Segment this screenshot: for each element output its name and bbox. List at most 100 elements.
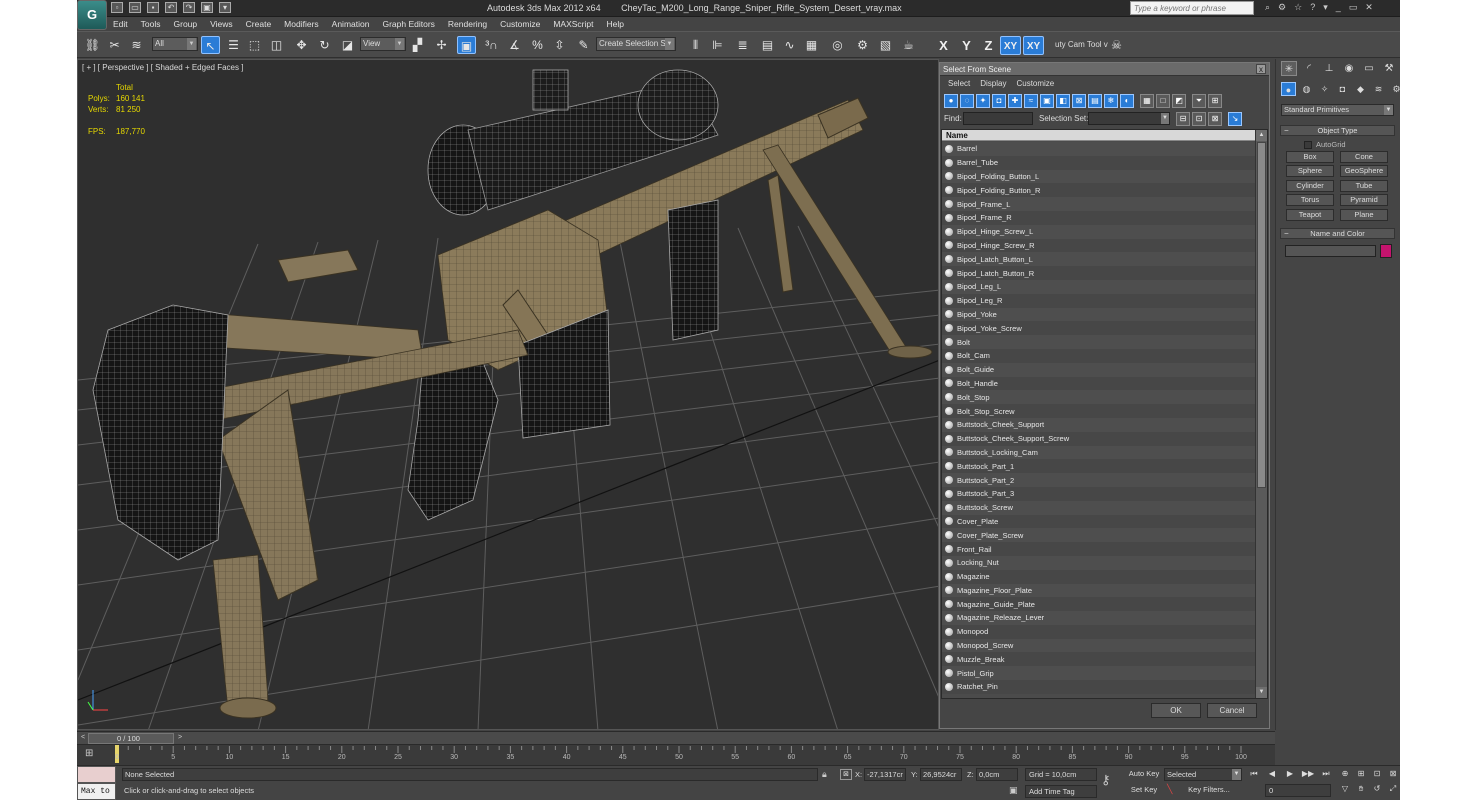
- list-item[interactable]: Bipod_Folding_Button_R: [942, 183, 1256, 198]
- list-item[interactable]: Bipod_Leg_L: [942, 279, 1256, 294]
- field-of-view-icon[interactable]: ▽: [1339, 782, 1351, 795]
- percent-snap-icon[interactable]: %: [528, 36, 547, 54]
- scroll-down-icon[interactable]: ▼: [1256, 687, 1267, 698]
- plane-button[interactable]: Plane: [1340, 209, 1388, 221]
- list-item[interactable]: Barrel: [942, 142, 1256, 156]
- save-file-icon[interactable]: ▪: [147, 2, 159, 13]
- list-item[interactable]: Magazine_Floor_Plate: [942, 583, 1256, 598]
- list-item[interactable]: Bipod_Latch_Button_L: [942, 252, 1256, 267]
- restore-icon[interactable]: ▭: [1349, 2, 1358, 13]
- list-item[interactable]: Buttstock_Part_1: [942, 459, 1256, 474]
- list-item[interactable]: Cover_Plate_Screw: [942, 528, 1256, 543]
- quick-access-dropdown-icon[interactable]: ▾: [219, 2, 231, 13]
- box-button[interactable]: Box: [1286, 151, 1334, 163]
- menu-group[interactable]: Group: [168, 17, 205, 31]
- lights-icon[interactable]: ✧: [1317, 82, 1332, 96]
- zoom-extents-icon[interactable]: ⊡: [1371, 767, 1383, 780]
- display-shapes-icon[interactable]: ◌: [960, 94, 974, 108]
- absolute-mode-icon[interactable]: ⊠: [840, 769, 852, 780]
- graphite-ribbon-icon[interactable]: ▤: [758, 36, 777, 54]
- pan-icon[interactable]: ✋︎: [1355, 782, 1367, 795]
- teapot-button[interactable]: Teapot: [1286, 209, 1334, 221]
- edit-named-selection-icon[interactable]: ✎: [574, 36, 593, 54]
- axis-xy-button[interactable]: XY: [1000, 36, 1021, 55]
- tube-button[interactable]: Tube: [1340, 180, 1388, 192]
- name-column-header[interactable]: Name: [942, 130, 1267, 141]
- align-icon[interactable]: ⊫: [708, 36, 727, 54]
- add-time-tag-button[interactable]: Add Time Tag: [1025, 785, 1097, 798]
- select-object-icon[interactable]: ↖: [201, 36, 220, 54]
- z-coord-field[interactable]: 0,0cm: [976, 768, 1018, 781]
- list-item[interactable]: Front_Rail: [942, 542, 1256, 556]
- list-item[interactable]: Bolt_Cam: [942, 348, 1256, 363]
- object-name-input[interactable]: [1285, 245, 1376, 257]
- axis-xy-cycle-button[interactable]: XY: [1023, 36, 1044, 55]
- list-item[interactable]: Bipod_Frame_L: [942, 197, 1256, 211]
- object-list-scrollbar[interactable]: ▲ ▼: [1255, 130, 1267, 698]
- list-item[interactable]: Pistol_Grip: [942, 666, 1256, 681]
- axis-y-button[interactable]: Y: [957, 36, 976, 55]
- application-menu-icon[interactable]: G: [77, 0, 107, 30]
- create-tab-icon[interactable]: ✳: [1281, 61, 1297, 76]
- utilities-tab-icon[interactable]: ⚒: [1381, 61, 1397, 76]
- list-item[interactable]: Buttstock_Part_2: [942, 473, 1256, 487]
- play-icon[interactable]: ▶: [1283, 767, 1297, 781]
- angle-snap-icon[interactable]: ∡: [505, 36, 524, 54]
- display-tab-icon[interactable]: ▭: [1361, 61, 1377, 76]
- list-item[interactable]: Magazine_Guide_Plate: [942, 597, 1256, 612]
- menu-graph-editors[interactable]: Graph Editors: [376, 17, 441, 31]
- bind-space-warp-icon[interactable]: ≋: [127, 36, 146, 54]
- list-item[interactable]: Bipod_Folding_Button_L: [942, 169, 1256, 184]
- display-frozen-icon[interactable]: ❄: [1104, 94, 1118, 108]
- set-key-button[interactable]: Set Key: [1126, 784, 1162, 797]
- track-bar-filter-icon[interactable]: ⊞: [85, 748, 93, 759]
- list-item[interactable]: Buttstock_Locking_Cam: [942, 445, 1256, 460]
- list-item[interactable]: Bipod_Yoke_Screw: [942, 321, 1256, 336]
- undo-icon[interactable]: ↶: [165, 2, 177, 13]
- select-all-icon[interactable]: ⊟: [1176, 112, 1190, 126]
- menu-customize[interactable]: Customize: [494, 17, 547, 31]
- schematic-view-icon[interactable]: ▦: [802, 36, 821, 54]
- list-item[interactable]: Buttstock_Cheek_Support_Screw: [942, 431, 1256, 446]
- object-color-swatch[interactable]: [1380, 244, 1392, 258]
- maximize-viewport-icon[interactable]: ⤢: [1387, 782, 1399, 795]
- set-key-icon[interactable]: ⚷: [1101, 772, 1111, 788]
- dialog-close-button[interactable]: x: [1256, 64, 1266, 74]
- list-item[interactable]: Barrel_Tube: [942, 155, 1256, 170]
- select-and-scale-icon[interactable]: ◪: [338, 36, 357, 54]
- subscription-icon[interactable]: ⚙: [1278, 2, 1286, 13]
- dialog-menu-customize[interactable]: Customize: [1016, 77, 1054, 91]
- hierarchy-tab-icon[interactable]: ⊥: [1321, 61, 1337, 76]
- menu-views[interactable]: Views: [204, 17, 240, 31]
- display-space-warps-icon[interactable]: ≈: [1024, 94, 1038, 108]
- keyboard-shortcut-override-icon[interactable]: ▣: [457, 36, 476, 54]
- project-folder-icon[interactable]: ▣: [201, 2, 213, 13]
- filter-icon[interactable]: ⏷: [1192, 94, 1206, 108]
- key-mode-dropdown[interactable]: Selected: [1164, 768, 1242, 781]
- next-frame-button[interactable]: >: [175, 733, 185, 743]
- list-item[interactable]: Ratchet_Pin: [942, 680, 1256, 694]
- list-item[interactable]: Magazine: [942, 569, 1256, 584]
- communication-center-icon[interactable]: ☆: [1294, 2, 1302, 13]
- axis-x-button[interactable]: X: [934, 36, 953, 55]
- primitive-category-dropdown[interactable]: Standard Primitives: [1281, 104, 1394, 116]
- display-groups-icon[interactable]: ▣: [1040, 94, 1054, 108]
- previous-key-icon[interactable]: ◀: [1265, 767, 1279, 781]
- select-none-icon[interactable]: ⊡: [1192, 112, 1206, 126]
- list-item[interactable]: Bipod_Latch_Button_R: [942, 266, 1256, 280]
- help-icon[interactable]: ?: [1310, 2, 1315, 13]
- autogrid-checkbox[interactable]: AutoGrid: [1304, 140, 1346, 149]
- track-bar[interactable]: ⊞ 0 5 10 15 20 25 30 35 40 45 50 55 60 65 70 75 80 85 90 95…: [77, 744, 1275, 765]
- list-item[interactable]: Bipod_Yoke: [942, 307, 1256, 322]
- open-file-icon[interactable]: ▭: [129, 2, 141, 13]
- unlink-icon[interactable]: ✂: [105, 36, 124, 54]
- space-warps-icon[interactable]: ≋: [1371, 82, 1386, 96]
- geometry-icon[interactable]: ●: [1281, 82, 1296, 96]
- y-coord-field[interactable]: 26,9524cr: [920, 768, 962, 781]
- scroll-up-icon[interactable]: ▲: [1256, 130, 1267, 141]
- menu-edit[interactable]: Edit: [107, 17, 135, 31]
- list-item[interactable]: Cover_Plate: [942, 514, 1256, 529]
- select-and-rotate-icon[interactable]: ↻: [315, 36, 334, 54]
- scroll-thumb[interactable]: [1257, 142, 1266, 488]
- search-icon[interactable]: ⌕: [1265, 2, 1270, 13]
